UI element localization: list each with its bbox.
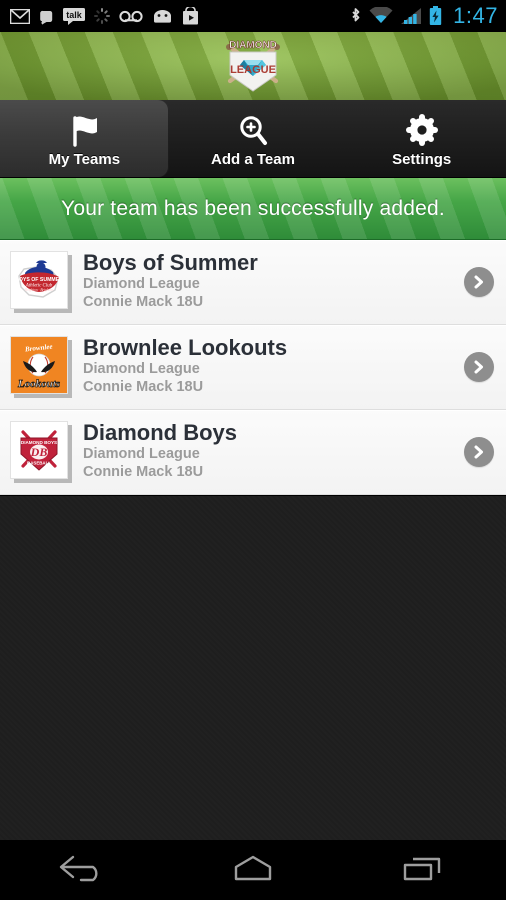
table-row[interactable]: DIAMOND BOYS DB BASEBALL Diamond Boys Di… xyxy=(0,410,506,495)
android-navigation-bar xyxy=(0,840,506,900)
tab-bar: My Teams Add a Team Settings xyxy=(0,100,506,178)
team-name: Boys of Summer xyxy=(83,250,258,275)
home-button[interactable] xyxy=(198,840,308,900)
svg-text:talk: talk xyxy=(66,10,83,20)
table-row[interactable]: Brownlee Lookouts Brownlee Lookouts Diam… xyxy=(0,325,506,410)
team-league: Diamond League xyxy=(83,276,200,293)
team-division: Connie Mack 18U xyxy=(83,378,204,395)
chevron-right-icon[interactable] xyxy=(464,437,494,467)
svg-text:Brighton · Brighton: Brighton · Brighton xyxy=(25,288,53,292)
voicemail-icon xyxy=(119,10,143,22)
gear-icon xyxy=(405,113,439,148)
app-header: DIAMOND LEAGUE xyxy=(0,32,506,100)
tab-my-teams[interactable]: My Teams xyxy=(0,100,169,177)
gmail-icon xyxy=(10,8,30,24)
table-row[interactable]: BOYS OF SUMMER Athletic Club Brighton · … xyxy=(0,240,506,325)
team-logo-brownlee-lookouts: Brownlee Lookouts xyxy=(10,336,72,398)
diamond-league-logo: DIAMOND LEAGUE xyxy=(206,35,300,97)
svg-text:Lookouts: Lookouts xyxy=(17,378,60,390)
phone-screen: talk 1:47 DIAMOND LEAGUE My Teams Add a … xyxy=(0,0,506,900)
team-name: Brownlee Lookouts xyxy=(83,335,288,360)
talk-icon: talk xyxy=(63,7,85,25)
team-division: Connie Mack 18U xyxy=(83,293,204,310)
tab-my-teams-label: My Teams xyxy=(48,150,121,168)
tab-add-a-team[interactable]: Add a Team xyxy=(169,100,338,177)
team-logo-boys-of-summer: BOYS OF SUMMER Athletic Club Brighton · … xyxy=(10,251,72,313)
status-bar-clock: 1:47 xyxy=(453,3,498,28)
back-arrow-icon xyxy=(57,853,111,888)
search-plus-icon xyxy=(236,114,270,148)
app-content: DIAMOND LEAGUE My Teams Add a Team Setti… xyxy=(0,32,506,850)
logo-title-text: DIAMOND xyxy=(229,40,277,51)
wifi-icon xyxy=(369,7,393,23)
recent-apps-icon xyxy=(395,853,449,888)
team-division: Connie Mack 18U xyxy=(83,463,204,480)
status-bar-system-icons: 1:47 xyxy=(349,3,498,29)
team-logo-diamond-boys: DIAMOND BOYS DB BASEBALL xyxy=(10,421,72,483)
success-banner: Your team has been successfully added. xyxy=(0,178,506,240)
team-info: Brownlee Lookouts Diamond League Connie … xyxy=(83,336,464,399)
home-icon xyxy=(226,853,280,888)
svg-text:BASEBALL: BASEBALL xyxy=(27,461,51,466)
sync-spinner-icon xyxy=(94,8,110,24)
svg-text:BOYS OF SUMMER: BOYS OF SUMMER xyxy=(15,277,63,283)
team-list: BOYS OF SUMMER Athletic Club Brighton · … xyxy=(0,240,506,495)
success-banner-text: Your team has been successfully added. xyxy=(61,196,445,220)
evernote-icon xyxy=(40,10,53,24)
empty-list-area xyxy=(0,495,506,850)
tab-add-a-team-label: Add a Team xyxy=(211,150,295,168)
team-league: Diamond League xyxy=(83,361,200,378)
chevron-right-icon[interactable] xyxy=(464,267,494,297)
chevron-right-icon[interactable] xyxy=(464,352,494,382)
play-store-icon xyxy=(183,7,198,25)
logo-subtitle-text: LEAGUE xyxy=(230,64,276,76)
back-button[interactable] xyxy=(29,840,139,900)
battery-charging-icon xyxy=(429,6,442,25)
flag-icon xyxy=(65,114,103,148)
tab-settings[interactable]: Settings xyxy=(337,100,506,177)
status-bar: talk 1:47 xyxy=(0,0,506,32)
team-league: Diamond League xyxy=(83,446,200,463)
recent-apps-button[interactable] xyxy=(367,840,477,900)
bluetooth-icon xyxy=(352,7,360,21)
team-info: Diamond Boys Diamond League Connie Mack … xyxy=(83,421,464,484)
tab-settings-label: Settings xyxy=(392,150,452,168)
team-info: Boys of Summer Diamond League Connie Mac… xyxy=(83,251,464,314)
svg-text:DB: DB xyxy=(30,445,48,459)
status-bar-notification-icons: talk xyxy=(10,7,349,25)
team-name: Diamond Boys xyxy=(83,420,238,445)
cell-signal-icon xyxy=(401,8,422,24)
android-icon xyxy=(154,9,171,23)
